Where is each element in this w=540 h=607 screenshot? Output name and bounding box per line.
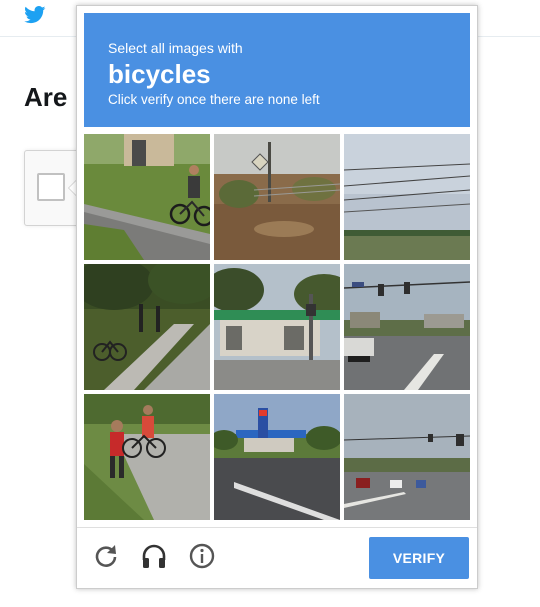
hint-text: Click verify once there are none left — [108, 92, 320, 107]
recaptcha-checkbox[interactable] — [37, 173, 65, 201]
tile-2[interactable] — [214, 134, 340, 260]
dialog-pointer-inner — [69, 181, 76, 195]
tile-4[interactable] — [84, 264, 210, 390]
target-object: bicycles — [108, 59, 211, 89]
reload-icon[interactable] — [91, 541, 121, 571]
tile-2-image — [214, 134, 340, 260]
challenge-header: Select all images with bicycles Click ve… — [84, 13, 470, 127]
page-heading: Are — [24, 82, 68, 112]
info-icon[interactable] — [187, 541, 217, 571]
instruction-text: Select all images with — [108, 40, 243, 56]
twitter-bird-icon[interactable] — [24, 6, 46, 24]
image-grid — [84, 134, 470, 520]
verify-button[interactable]: VERIFY — [369, 537, 469, 579]
tile-1-image — [84, 134, 210, 260]
tile-5[interactable] — [214, 264, 340, 390]
tile-4-image — [84, 264, 210, 390]
captcha-challenge-dialog: Select all images with bicycles Click ve… — [76, 5, 478, 589]
tile-9[interactable] — [344, 394, 470, 520]
audio-icon[interactable] — [139, 541, 169, 571]
tile-6-image — [344, 264, 470, 390]
tile-3[interactable] — [344, 134, 470, 260]
tile-7[interactable] — [84, 394, 210, 520]
tile-3-image — [344, 134, 470, 260]
tile-8-image — [214, 394, 340, 520]
footer-divider — [77, 527, 477, 528]
tile-8[interactable] — [214, 394, 340, 520]
tile-6[interactable] — [344, 264, 470, 390]
tile-5-image — [214, 264, 340, 390]
tile-9-image — [344, 394, 470, 520]
tile-7-image — [84, 394, 210, 520]
tile-1[interactable] — [84, 134, 210, 260]
page: Are Select all images with bicycles Clic… — [0, 0, 540, 607]
